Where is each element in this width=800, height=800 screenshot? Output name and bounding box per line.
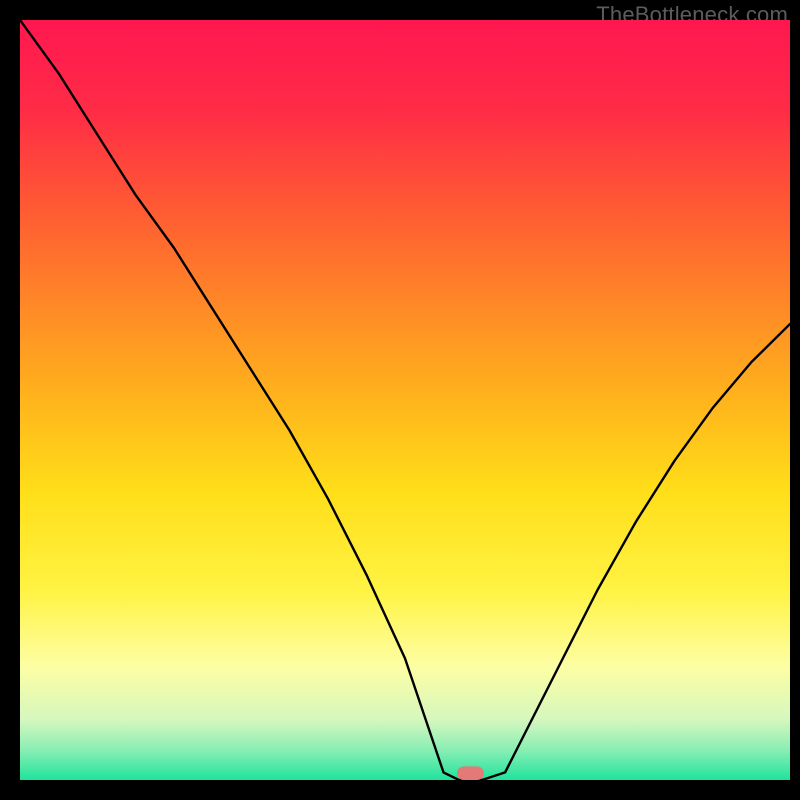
plot-area (20, 20, 790, 780)
chart-background (20, 20, 790, 780)
bottleneck-chart (20, 20, 790, 780)
chart-container: TheBottleneck.com (0, 0, 800, 800)
optimal-marker (457, 766, 484, 780)
